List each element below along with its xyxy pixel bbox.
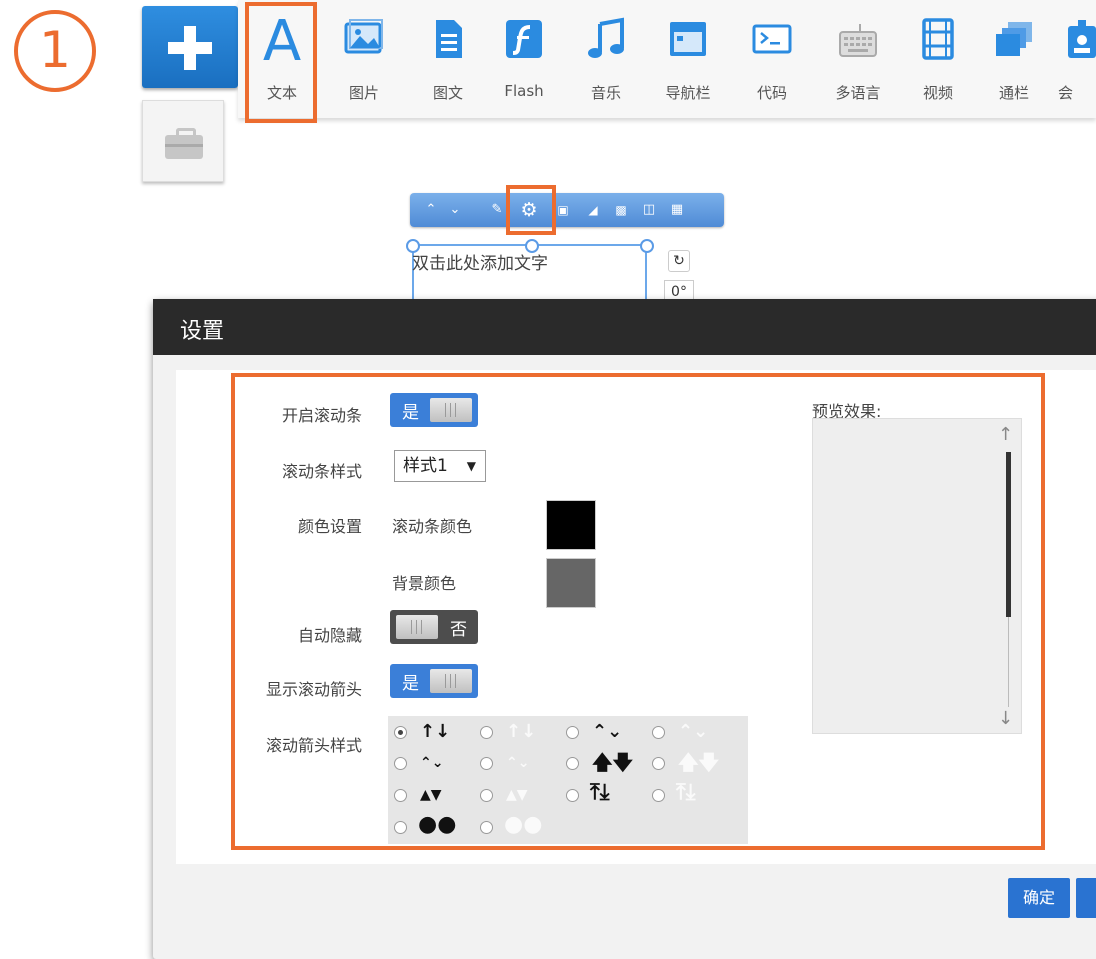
navbar-icon — [668, 16, 708, 62]
toolbar-item-navbar[interactable]: 导航栏 — [648, 6, 728, 106]
layers-icon — [994, 16, 1034, 62]
toolbar-item-video[interactable]: 视频 — [898, 6, 978, 106]
text-tool-highlight — [245, 2, 317, 123]
edit-icon[interactable]: ✎ — [486, 199, 508, 221]
toolbar-item-member[interactable]: 会 — [1044, 6, 1096, 106]
code-icon — [752, 16, 792, 62]
toolbar-item-code[interactable]: 代码 — [732, 6, 812, 106]
video-icon — [918, 16, 958, 62]
toolbar-item-image[interactable]: 图片 — [324, 6, 404, 106]
toolbar-item-image-text[interactable]: 图文 — [408, 6, 488, 106]
keyboard-icon — [838, 16, 878, 62]
move-down-icon[interactable]: ⌄ — [444, 199, 466, 221]
dialog-header — [153, 299, 1096, 355]
toolbox-button[interactable] — [142, 100, 224, 182]
dialog-title: 设置 — [180, 319, 225, 344]
trash-icon[interactable]: ▦ — [666, 199, 688, 221]
image-icon — [344, 16, 384, 62]
element-action-toolbar: ⌃ ⌄ ✎ ⚙ ▣ ◢ ▩ ◫ ▦ — [410, 193, 724, 227]
brush-icon[interactable]: ◢ — [582, 199, 604, 221]
flash-icon — [504, 16, 544, 62]
text-placeholder[interactable]: 双击此处添加文字 — [412, 249, 548, 274]
toolbar-item-music[interactable]: 音乐 — [566, 6, 646, 106]
move-up-icon[interactable]: ⌃ — [420, 199, 442, 221]
step-number-badge: 1 — [14, 10, 96, 92]
toolbar-item-banner[interactable]: 通栏 — [974, 6, 1054, 106]
toolbar-item-flash[interactable]: Flash — [484, 6, 564, 106]
cancel-button[interactable] — [1076, 878, 1096, 918]
chart-icon[interactable]: ▩ — [610, 199, 632, 221]
document-icon — [428, 16, 468, 62]
lock-icon[interactable]: ◫ — [638, 199, 660, 221]
add-element-button[interactable] — [142, 6, 238, 88]
settings-gear-highlight — [506, 185, 556, 235]
rotate-icon[interactable]: ↻ — [668, 250, 690, 272]
resize-handle[interactable] — [640, 239, 654, 253]
music-icon — [586, 16, 626, 62]
element-toolbar-top: A 文本 图片 图文 Flash 音乐 导航栏 代码 多语言 视频 通栏 会 — [238, 0, 1096, 118]
member-icon — [1064, 16, 1096, 62]
confirm-button[interactable]: 确定 — [1008, 878, 1070, 918]
toolbar-item-multilang[interactable]: 多语言 — [818, 6, 898, 106]
settings-highlight — [231, 373, 1045, 850]
